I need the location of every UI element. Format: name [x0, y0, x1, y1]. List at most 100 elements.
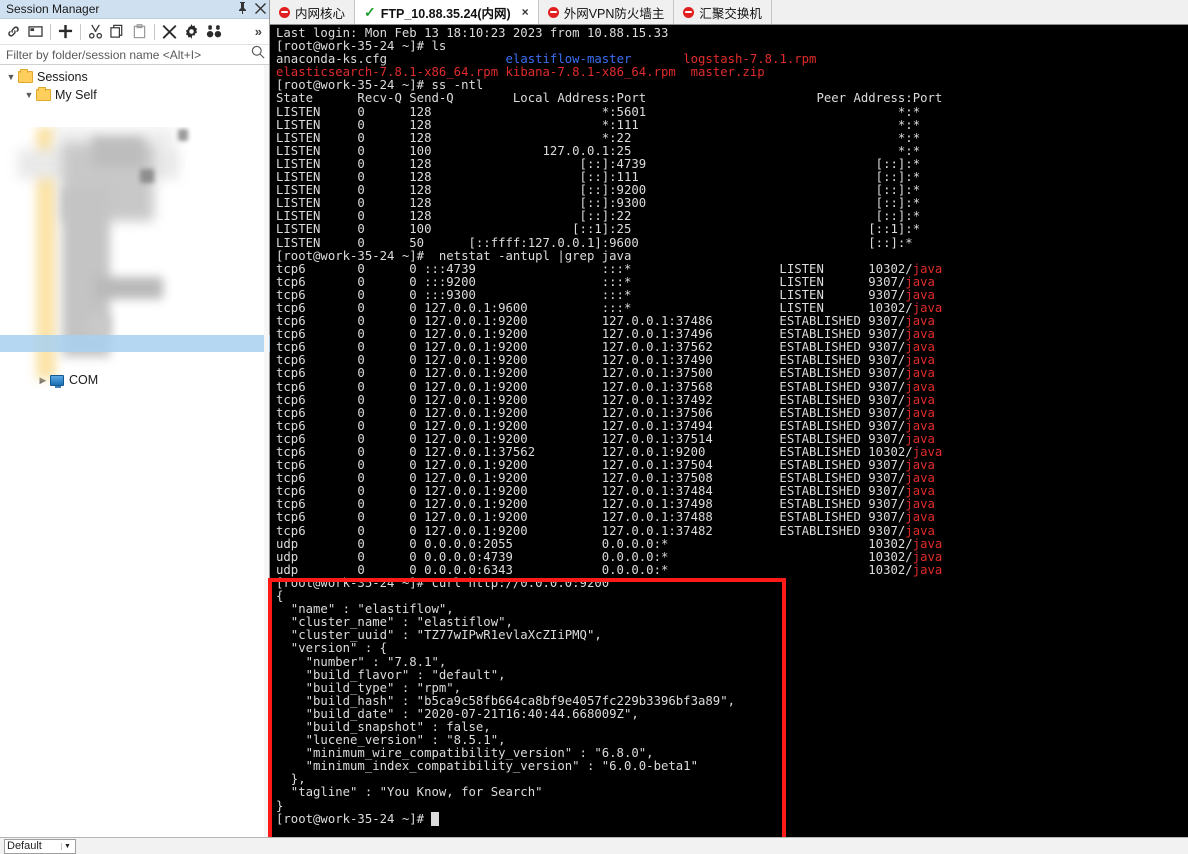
terminal-text: udp 0 0 0.0.0.0:2055 0.0.0.0:* 10302/	[276, 536, 913, 551]
terminal-text: tcp6 0 0 127.0.0.1:9200 127.0.0.1:37498 …	[276, 497, 906, 512]
terminal-text: "lucene_version" : "8.5.1",	[276, 733, 506, 748]
add-session-icon[interactable]	[55, 21, 76, 43]
tabstrip-empty-area	[772, 0, 1188, 24]
terminal-text: LISTEN 0 128 *:111 *:*	[276, 117, 921, 132]
tab-waiwang-vpn-firewall[interactable]: 外网VPN防火墙主	[539, 0, 675, 24]
search-icon[interactable]	[251, 45, 265, 64]
sidebar-item-label: My Self	[55, 88, 97, 102]
terminal-text: java	[905, 274, 935, 289]
session-manager-panel: Session Manager » Filter by folder/sessi…	[0, 0, 270, 837]
terminal-text: tcp6 0 0 127.0.0.1:9200 127.0.0.1:37508 …	[276, 471, 906, 486]
terminal-text: Last login: Mon Feb 13 18:10:23 2023 fro…	[276, 26, 669, 40]
terminal-text: },	[276, 772, 306, 787]
terminal-text: "build_type" : "rpm",	[276, 680, 462, 695]
terminal-text: LISTEN 0 128 [::]:111 [::]:*	[276, 170, 921, 185]
session-manager-titlebar: Session Manager	[0, 0, 269, 19]
terminal-line: "minimum_index_compatibility_version" : …	[276, 760, 1188, 773]
terminal-line: "cluster_uuid" : "TZ77wIPwR1evlaXcZIiPMQ…	[276, 629, 1188, 642]
terminal-text: "build_snapshot" : false,	[276, 719, 491, 734]
chevron-down-icon[interactable]: ▼	[4, 72, 18, 82]
terminal-text: java	[905, 340, 935, 355]
redacted-session-entries	[0, 127, 270, 392]
terminal-line: [root@work-35-24 ~]#	[276, 811, 1188, 826]
session-panel-scrollbar[interactable]	[264, 65, 269, 837]
terminal-text: }	[276, 798, 284, 813]
terminal-text: tcp6 0 0 127.0.0.1:9200 127.0.0.1:37488 …	[276, 510, 906, 525]
settings-icon[interactable]	[181, 21, 202, 43]
terminal-text: java	[912, 445, 943, 459]
toolbar-overflow-button[interactable]: »	[255, 24, 266, 39]
terminal-text: "tagline" : "You Know, for Search"	[276, 785, 543, 800]
terminal-text: LISTEN 0 128 [::]:22 [::]:*	[276, 209, 921, 224]
terminal-text: java	[905, 418, 935, 433]
terminal-text: tcp6 0 0 127.0.0.1:9200 127.0.0.1:37492 …	[276, 392, 906, 407]
folder-icon	[36, 87, 51, 101]
terminal-text: [root@work-35-24 ~]# ls	[276, 39, 447, 54]
terminal-text: "version" : {	[276, 641, 388, 656]
copy-icon[interactable]	[107, 21, 128, 43]
status-bar: Default ▼	[0, 837, 1188, 854]
terminal-text: java	[905, 431, 935, 446]
delete-icon[interactable]	[159, 21, 180, 43]
tab-label: 内网核心	[295, 6, 346, 21]
terminal-text: tcp6 0 0 :::4739 :::* LISTEN 10302/	[276, 261, 913, 276]
link-icon[interactable]	[3, 21, 24, 43]
terminal-text: LISTEN 0 128 *:22 *:*	[276, 130, 921, 145]
disconnected-icon	[547, 6, 559, 18]
terminal-text: "number" : "7.8.1",	[276, 654, 447, 669]
terminal-text: java	[905, 405, 935, 420]
terminal-text: java	[905, 314, 935, 329]
terminal-text: [root@work-35-24 ~]#	[276, 811, 432, 826]
cut-icon[interactable]	[85, 21, 106, 43]
chevron-down-icon[interactable]: ▼	[22, 90, 36, 100]
terminal-text: {	[276, 589, 284, 604]
terminal-text: LISTEN 0 128 *:5601 *:*	[276, 104, 921, 119]
session-filter-row	[0, 45, 269, 65]
terminal-text: java	[905, 327, 935, 342]
session-filter-input[interactable]	[4, 46, 251, 63]
profile-select[interactable]: Default ▼	[4, 838, 76, 854]
selected-session-row[interactable]	[0, 335, 270, 352]
tab-ftp-10-88-35-24[interactable]: ✓ FTP_10.88.35.24(内网) ×	[355, 0, 539, 24]
terminal-text: tcp6 0 0 127.0.0.1:9200 127.0.0.1:37486 …	[276, 314, 906, 329]
session-tabstrip: 内网核心 ✓ FTP_10.88.35.24(内网) × 外网VPN防火墙主 汇…	[270, 0, 1188, 25]
session-tree: ▼ Sessions ▼ My Self ▶ COM	[0, 65, 270, 392]
terminal-text: LISTEN 0 128 [::]:4739 [::]:*	[276, 156, 921, 171]
tab-close-icon[interactable]: ×	[522, 5, 529, 19]
chevron-down-icon: ▼	[61, 842, 73, 850]
terminal-text: tcp6 0 0 127.0.0.1:9200 127.0.0.1:37482 …	[276, 523, 906, 538]
terminal-text: java	[905, 471, 935, 486]
sidebar-item-sessions[interactable]: ▼ Sessions	[0, 68, 269, 86]
terminal-text: tcp6 0 0 127.0.0.1:9600 :::* LISTEN 1030…	[276, 300, 913, 315]
tab-neiwang-hexin[interactable]: 内网核心	[270, 0, 356, 24]
terminal-text: java	[912, 536, 943, 551]
terminal-text: java	[912, 261, 943, 276]
terminal-text: logstash-7.8.1.rpm	[683, 52, 817, 67]
terminal-text: "minimum_wire_compatibility_version" : "…	[276, 746, 654, 761]
terminal-text: java	[905, 392, 935, 407]
session-manager-title: Session Manager	[6, 2, 100, 16]
tab-label: 汇聚交换机	[699, 6, 762, 21]
terminal-text: java	[905, 497, 935, 512]
terminal-text: tcp6 0 0 127.0.0.1:9200 127.0.0.1:37562 …	[276, 340, 906, 355]
terminal-text: "build_hash" : "b5ca9c58fb664ca8bf9e4057…	[276, 693, 736, 708]
terminal-text: "name" : "elastiflow",	[276, 602, 454, 617]
terminal-output[interactable]: Last login: Mon Feb 13 18:10:23 2023 fro…	[270, 25, 1188, 837]
pin-icon[interactable]	[233, 1, 251, 17]
close-icon[interactable]	[251, 2, 269, 17]
terminal-text: kibana-7.8.1-x86_64.rpm	[505, 65, 684, 80]
connected-icon: ✓	[364, 4, 376, 20]
toolbar-separator	[154, 23, 155, 40]
terminal-text: LISTEN 0 128 [::]:9300 [::]:*	[276, 196, 921, 211]
terminal-text: elastiflow-master	[505, 52, 632, 67]
toolbar-separator	[80, 23, 81, 40]
tab-huiju-switch[interactable]: 汇聚交换机	[674, 0, 772, 24]
profile-select-value: Default	[7, 840, 42, 852]
sidebar-item-my-self[interactable]: ▼ My Self	[0, 86, 269, 104]
paste-icon[interactable]	[129, 21, 150, 43]
terminal-text: elasticsearch-7.8.1-x86_64.rpm	[276, 65, 506, 80]
new-folder-icon[interactable]	[25, 21, 46, 43]
find-icon[interactable]	[203, 21, 224, 43]
terminal-text: tcp6 0 0 127.0.0.1:9200 127.0.0.1:37568 …	[276, 379, 906, 394]
terminal-text: [root@work-35-24 ~]# curl http://0.0.0.0…	[276, 575, 610, 590]
